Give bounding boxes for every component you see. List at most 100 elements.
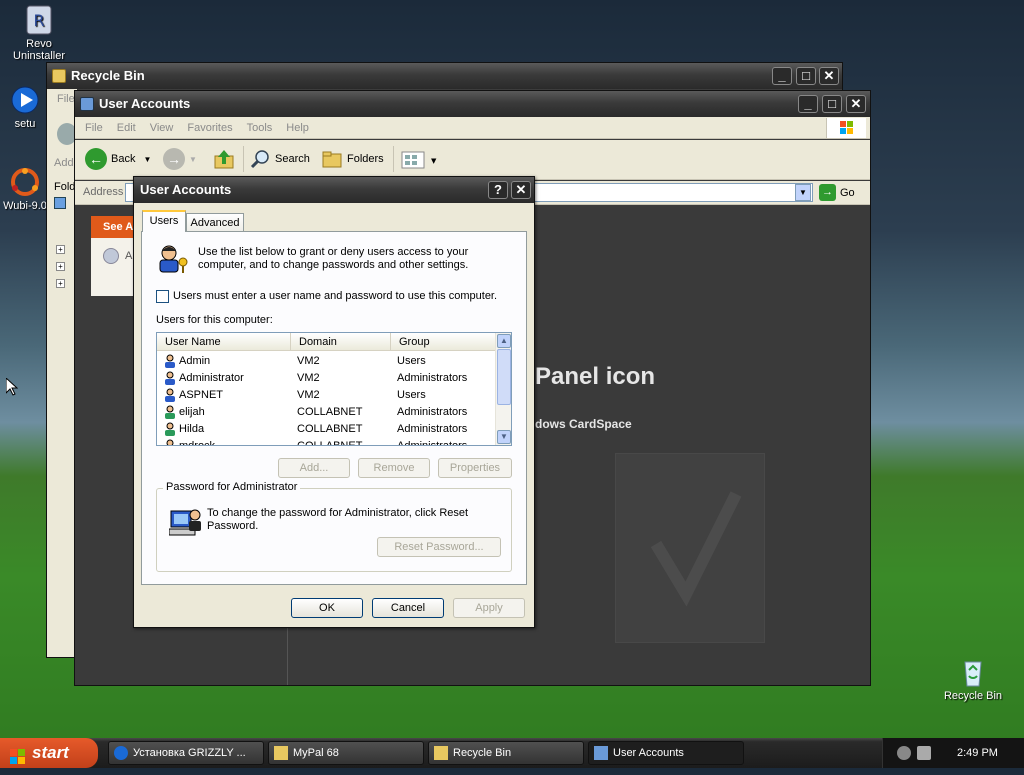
recycle-bin-titlebar[interactable]: Recycle Bin _ □ ✕ (47, 63, 842, 89)
menu-file[interactable]: File (85, 119, 103, 137)
back-button[interactable]: ← Back ▼ (85, 148, 151, 170)
menu-help[interactable]: Help (286, 119, 309, 137)
cell-domain: COLLABNET (297, 423, 363, 435)
desktop-icon-revo[interactable]: R Revo Uninstaller (4, 4, 74, 62)
search-button[interactable]: Search (249, 148, 310, 170)
scroll-thumb[interactable] (497, 349, 511, 405)
views-button[interactable]: ▼ (401, 149, 437, 171)
cancel-button[interactable]: Cancel (372, 598, 444, 618)
tree-expand-icon[interactable]: + (56, 262, 65, 271)
cardspace-watermark-icon (615, 453, 765, 643)
volume-icon[interactable] (917, 746, 931, 760)
wubi-icon (9, 166, 41, 198)
menu-favorites[interactable]: Favorites (187, 119, 232, 137)
close-button[interactable]: ✕ (846, 95, 866, 113)
desktop-icon-label: Recycle Bin (943, 690, 1003, 702)
desktop-icon-recycle-bin[interactable]: Recycle Bin (938, 656, 1008, 702)
user-icon (163, 422, 177, 436)
close-button[interactable]: ✕ (511, 181, 531, 199)
computer-user-icon (168, 507, 203, 539)
see-also-item-icon (103, 248, 119, 264)
table-row[interactable]: ASPNET VM2 Users (157, 387, 497, 404)
content-subtext: dows CardSpace (535, 417, 632, 431)
menu-edit[interactable]: Edit (117, 119, 136, 137)
svg-text:R: R (33, 11, 44, 30)
reset-password-button[interactable]: Reset Password... (377, 537, 501, 557)
address-dropdown-button[interactable]: ▼ (795, 184, 811, 201)
scroll-up-arrow-icon[interactable]: ▲ (497, 334, 511, 348)
forward-button[interactable]: → ▼ (163, 148, 197, 170)
minimize-button[interactable]: _ (798, 95, 818, 113)
cell-domain: VM2 (297, 372, 320, 384)
require-login-label[interactable]: Users must enter a user name and passwor… (173, 290, 497, 302)
window-title: Recycle Bin (71, 68, 145, 83)
clock[interactable]: 2:49 PM (957, 738, 998, 768)
mouse-cursor-icon (5, 376, 19, 399)
desktop-icon-label: setu (14, 118, 36, 130)
user-accounts-titlebar[interactable]: User Accounts _ □ ✕ (75, 91, 870, 117)
remove-user-button[interactable]: Remove (358, 458, 430, 478)
up-folder-icon (214, 150, 234, 169)
maximize-button[interactable]: □ (822, 95, 842, 113)
cell-user-name: elijah (179, 406, 205, 418)
search-icon (250, 150, 269, 169)
minimize-button[interactable]: _ (772, 67, 792, 85)
table-row[interactable]: Administrator VM2 Administrators (157, 370, 497, 387)
cell-user-name: Hilda (179, 423, 205, 435)
users-list-label: Users for this computer: (156, 314, 273, 326)
see-also-item-partial[interactable]: A (125, 250, 132, 262)
svg-text:▼: ▼ (431, 157, 437, 165)
network-icon[interactable] (897, 746, 911, 760)
password-group-title: Password for Administrator (163, 481, 301, 493)
table-row[interactable]: elijah COLLABNET Administrators (157, 404, 497, 421)
require-login-checkbox[interactable] (156, 290, 169, 303)
table-row[interactable]: mdrock COLLABNET Administrators (157, 438, 497, 445)
recycle-bin-left-strip: File Add Fold + + + (47, 89, 77, 657)
folders-label: Folders (347, 153, 384, 165)
tree-expand-icon[interactable]: + (56, 245, 65, 254)
column-header-domain[interactable]: Domain (291, 333, 391, 351)
column-header-user-name[interactable]: User Name (157, 333, 291, 351)
system-tray: 2:49 PM (882, 738, 1024, 768)
menu-tools[interactable]: Tools (247, 119, 273, 137)
ok-button[interactable]: OK (291, 598, 363, 618)
dialog-titlebar[interactable]: User Accounts ? ✕ (134, 177, 534, 203)
menu-view[interactable]: View (150, 119, 174, 137)
taskbar-item-user-accounts[interactable]: User Accounts (588, 741, 744, 765)
properties-button[interactable]: Properties (438, 458, 512, 478)
folder-icon (52, 69, 66, 83)
chevron-down-icon[interactable]: ▼ (143, 155, 151, 164)
close-button[interactable]: ✕ (819, 67, 839, 85)
taskbar-item-label: Установка GRIZZLY ... (133, 747, 246, 759)
table-row[interactable]: Hilda COLLABNET Administrators (157, 421, 497, 438)
cell-domain: VM2 (297, 355, 320, 367)
desktop-icon-setup[interactable]: setu (0, 84, 50, 130)
taskbar-item-recycle-bin[interactable]: Recycle Bin (428, 741, 584, 765)
start-label: start (32, 743, 69, 762)
taskbar-item-mypal[interactable]: MyPal 68 (268, 741, 424, 765)
desktop-icon-label: Wubi-9.0 (3, 200, 47, 212)
start-button[interactable]: start (0, 738, 98, 768)
desktop-icon-wubi[interactable]: Wubi-9.0 (0, 166, 50, 212)
scroll-down-arrow-icon[interactable]: ▼ (497, 430, 511, 444)
help-button[interactable]: ? (488, 181, 508, 199)
column-header-group[interactable]: Group (391, 333, 497, 351)
table-row[interactable]: Admin VM2 Users (157, 353, 497, 370)
up-folder-button[interactable] (213, 148, 237, 170)
tab-users[interactable]: Users (142, 210, 186, 232)
users-list-scrollbar[interactable]: ▲ ▼ (495, 333, 511, 445)
add-user-button[interactable]: Add... (278, 458, 350, 478)
user-accounts-icon (80, 97, 94, 111)
taskbar-item-label: Recycle Bin (453, 747, 512, 759)
folders-button[interactable]: Folders (321, 148, 384, 170)
tab-advanced[interactable]: Advanced (186, 213, 244, 233)
desktop-icon-label: Revo (26, 38, 52, 50)
user-accounts-dialog[interactable]: User Accounts ? ✕ Users Advanced Use the… (133, 176, 535, 628)
maximize-button[interactable]: □ (796, 67, 816, 85)
users-list[interactable]: User Name Domain Group Admin VM2 Users A… (156, 332, 512, 446)
taskbar-item-installer[interactable]: Установка GRIZZLY ... (108, 741, 264, 765)
content-heading: Panel icon (535, 363, 656, 390)
go-button[interactable]: → Go (819, 184, 855, 201)
tree-expand-icon[interactable]: + (56, 279, 65, 288)
apply-button[interactable]: Apply (453, 598, 525, 618)
